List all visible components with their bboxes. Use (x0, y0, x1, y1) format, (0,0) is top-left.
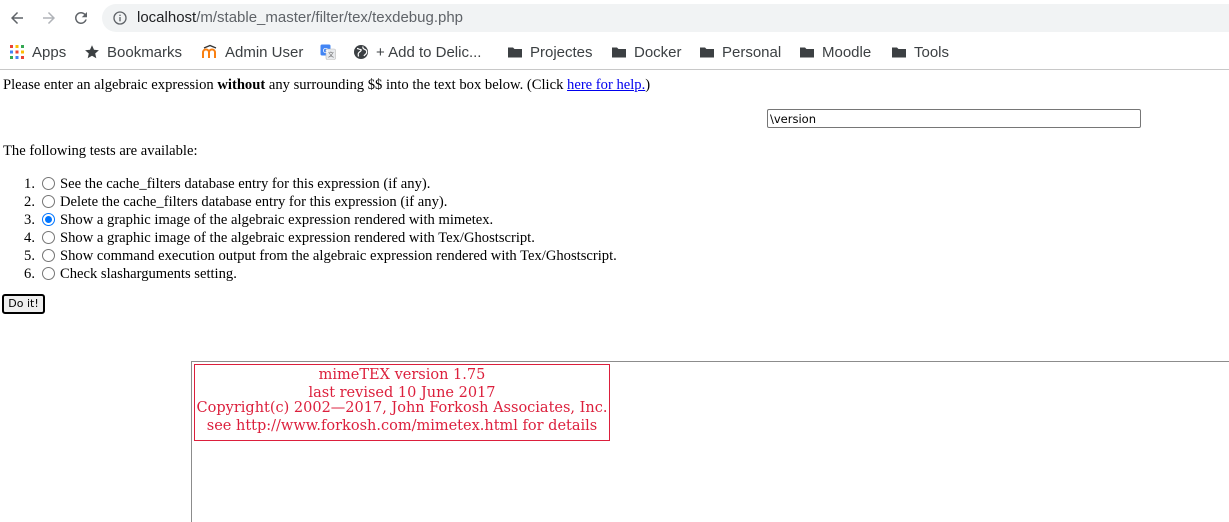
mimetex-line-version: mimeTEX version 1.75 (318, 367, 486, 383)
test-radio[interactable] (42, 195, 55, 208)
folder-icon (507, 44, 523, 60)
test-number: 5. (24, 247, 35, 264)
test-label: See the cache_filters database entry for… (60, 175, 431, 192)
bookmark-label: Personal (722, 43, 782, 61)
test-radio[interactable] (42, 213, 55, 226)
output-frame: mimeTEX version 1.75 last revised 10 Jun… (191, 361, 1229, 522)
bookmark-folder-docker[interactable]: Docker (611, 41, 682, 63)
do-it-button[interactable]: Do it! (2, 294, 45, 314)
mimetex-line-revised: last revised 10 June 2017 (308, 385, 496, 401)
intro-before: Please enter an algebraic expression (3, 77, 218, 93)
intro-text: Please enter an algebraic expression wit… (3, 77, 650, 94)
bookmark-bookmarks[interactable]: Bookmarks (84, 41, 182, 63)
test-number: 2. (24, 193, 35, 210)
bookmark-label: Admin User (225, 43, 304, 61)
folder-icon (611, 44, 627, 60)
test-radio[interactable] (42, 177, 55, 190)
intro-bold: without (217, 77, 266, 93)
help-link[interactable]: here for help. (567, 77, 645, 93)
star-icon (84, 44, 100, 60)
test-number: 4. (24, 229, 35, 246)
url-text[interactable]: localhost/m/stable_master/filter/tex/tex… (137, 9, 463, 26)
address-bar[interactable]: localhost/m/stable_master/filter/tex/tex… (102, 4, 1229, 32)
reload-button[interactable] (69, 6, 93, 30)
svg-text:文: 文 (328, 51, 334, 59)
folder-icon (799, 44, 815, 60)
bookmark-label: Projectes (530, 43, 593, 61)
browser-toolbar: localhost/m/stable_master/filter/tex/tex… (0, 0, 1229, 36)
globe-icon (353, 44, 369, 60)
arrow-left-icon (11, 12, 23, 24)
google-translate-icon: G文 (320, 44, 336, 60)
bookmark-folder-tools[interactable]: Tools (891, 41, 949, 63)
bookmark-label: Moodle (822, 43, 872, 61)
bookmark-add-to-delicious[interactable]: + Add to Delic... (353, 41, 481, 63)
bookmark-label: Tools (914, 43, 950, 61)
test-label: Show a graphic image of the algebraic ex… (60, 211, 494, 228)
bookmark-admin-user[interactable]: Admin User (202, 41, 303, 63)
test-label: Show a graphic image of the algebraic ex… (60, 229, 535, 246)
test-label: Check slasharguments setting. (60, 265, 237, 282)
mimetex-version-image: mimeTEX version 1.75 last revised 10 Jun… (194, 364, 610, 441)
bookmark-folder-moodle[interactable]: Moodle (799, 41, 871, 63)
bookmark-label: + Add to Delic... (376, 43, 482, 61)
test-radio[interactable] (42, 249, 55, 262)
test-radio[interactable] (42, 267, 55, 280)
test-number: 6. (24, 265, 35, 282)
bookmark-label: Bookmarks (107, 43, 183, 61)
url-host: localhost (137, 9, 197, 26)
bookmark-folder-personal[interactable]: Personal (699, 41, 781, 63)
back-button[interactable] (5, 6, 29, 30)
test-number: 1. (24, 175, 35, 192)
bookmark-translate[interactable]: G文 (320, 41, 343, 63)
folder-icon (891, 44, 907, 60)
test-radio[interactable] (42, 231, 55, 244)
intro-after: any surrounding $$ into the text box bel… (265, 77, 568, 93)
tests-heading: The following tests are available: (3, 143, 198, 159)
url-path: /m/stable_master/filter/tex/texdebug.php (196, 9, 464, 26)
expression-input[interactable] (767, 109, 1141, 128)
page-content: Please enter an algebraic expression wit… (0, 71, 1229, 522)
mimetex-line-copyright: Copyright(c) 2002—2017, John Forkosh Ass… (196, 400, 608, 416)
reload-icon (74, 11, 87, 24)
bookmark-folder-projectes[interactable]: Projectes (507, 41, 593, 63)
forward-button[interactable] (37, 6, 61, 30)
browser-chrome: localhost/m/stable_master/filter/tex/tex… (0, 0, 1229, 70)
bookmarks-bar: Apps Bookmarks Admin User G文 + Add to De… (0, 38, 1229, 64)
test-label: Delete the cache_filters database entry … (60, 193, 448, 210)
test-number: 3. (24, 211, 35, 228)
moodle-icon (202, 44, 218, 60)
test-label: Show command execution output from the a… (60, 247, 617, 264)
arrow-right-icon (43, 12, 55, 24)
bookmark-apps[interactable]: Apps (9, 41, 66, 63)
folder-icon (699, 44, 715, 60)
info-icon[interactable] (112, 10, 128, 26)
mimetex-line-details: see http://www.forkosh.com/mimetex.html … (206, 418, 598, 434)
apps-grid-icon (9, 44, 25, 60)
intro-end: ) (645, 77, 651, 93)
bookmark-label: Apps (32, 43, 67, 61)
bookmark-label: Docker (634, 43, 682, 61)
